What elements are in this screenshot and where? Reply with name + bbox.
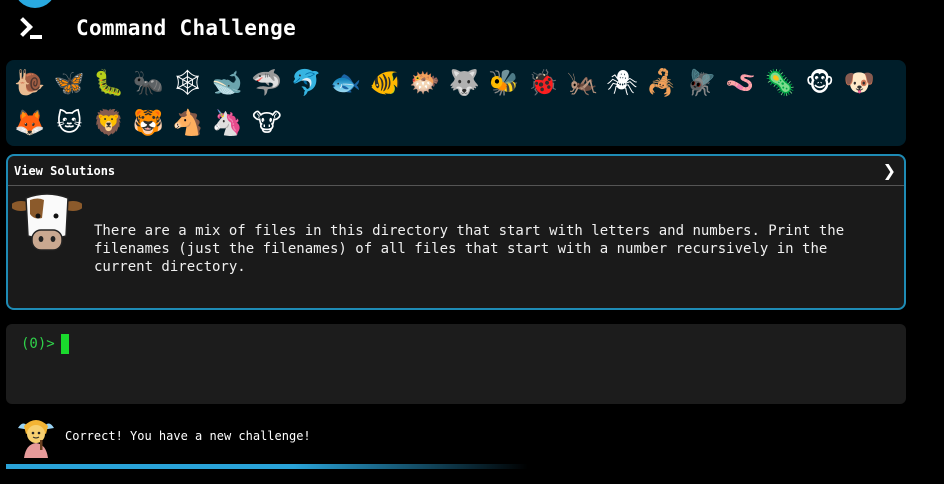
ant-icon: 🐜 — [132, 67, 164, 97]
animal-level-microbe-icon[interactable]: 🦠 — [761, 62, 801, 102]
animal-level-whale-icon[interactable]: 🐋 — [208, 62, 248, 102]
animal-level-bar: 🐌 🦋 🐛 🐜 🕸 🐋 🦈 🐬 🐟 🐠 🐡 🐺 🐝 🐞 🦗 🕷 🦂 🪰 🪱 🦠 🐵 🐶 🦊 🐱 🦁 🐯 🐴 🦄 🐮 — [6, 60, 906, 146]
progress-bar — [6, 464, 906, 469]
dog-icon: 🐶 — [843, 67, 875, 97]
monkey-icon: 🐵 — [805, 67, 835, 97]
animal-level-spiderweb-icon[interactable]: 🕸 — [168, 62, 208, 102]
animal-level-blowfish-icon[interactable]: 🐡 — [405, 62, 445, 102]
ladybug-icon: 🐞 — [527, 67, 559, 97]
animal-level-caterpillar-icon[interactable]: 🐛 — [89, 62, 129, 102]
animal-level-dog-icon[interactable]: 🐶 — [840, 62, 880, 102]
fish-icon: 🐟 — [330, 67, 362, 97]
spiderweb-icon: 🕸 — [171, 67, 204, 97]
cricket-icon: 🦗 — [567, 67, 599, 97]
animal-level-scorpion-icon[interactable]: 🦂 — [642, 62, 682, 102]
blowfish-icon: 🐡 — [409, 67, 441, 97]
tiger-icon: 🐯 — [132, 107, 164, 137]
spider-icon: 🕷 — [606, 67, 639, 97]
app-title: Command Challenge — [76, 16, 297, 40]
view-solutions-toggle[interactable]: View Solutions ❯ — [8, 156, 904, 186]
animal-level-bee-icon[interactable]: 🐝 — [484, 62, 524, 102]
challenge-description: There are a mix of files in this directo… — [94, 223, 845, 275]
bee-icon: 🐝 — [488, 67, 520, 97]
animal-level-butterfly-icon[interactable]: 🦋 — [50, 62, 90, 102]
chevron-right-icon[interactable]: ❯ — [883, 161, 896, 180]
terminal-cursor — [61, 334, 69, 354]
animal-level-spider-icon[interactable]: 🕷 — [603, 62, 643, 102]
animal-level-shark-icon[interactable]: 🦈 — [247, 62, 287, 102]
snail-icon: 🐌 — [14, 67, 46, 97]
whale-icon: 🐋 — [211, 67, 243, 97]
animal-level-dolphin-icon[interactable]: 🐬 — [287, 62, 327, 102]
animal-level-ant-icon[interactable]: 🐜 — [129, 62, 169, 102]
animal-level-fish-icon[interactable]: 🐟 — [326, 62, 366, 102]
app-header: Command Challenge — [13, 14, 297, 42]
shark-icon: 🦈 — [251, 67, 283, 97]
butterfly-icon: 🦋 — [53, 67, 85, 97]
terminal-prompt: (0)> — [21, 336, 55, 352]
animal-level-tropical-fish-icon[interactable]: 🐠 — [366, 62, 406, 102]
scorpion-icon: 🦂 — [646, 67, 678, 97]
animal-level-cat-icon[interactable]: 🐱 — [50, 102, 90, 142]
cat-icon: 🐱 — [56, 107, 83, 137]
animal-level-horse-icon[interactable]: 🐴 — [168, 102, 208, 142]
animal-level-fox-icon[interactable]: 🦊 — [10, 102, 50, 142]
lion-icon: 🦁 — [93, 107, 125, 137]
microbe-icon: 🦠 — [764, 67, 796, 97]
dolphin-icon: 🐬 — [290, 67, 322, 97]
terminal-input-area[interactable]: (0)> — [6, 324, 906, 404]
fairy-icon — [18, 420, 54, 458]
animal-level-worm-icon[interactable]: 🪱 — [721, 62, 761, 102]
challenge-card: View Solutions ❯ There are a mix of file… — [6, 154, 906, 310]
progress-fill — [6, 464, 528, 469]
terminal-icon — [13, 14, 48, 42]
horse-icon: 🐴 — [172, 107, 204, 137]
status-message-row: Correct! You have a new challenge! — [14, 414, 311, 458]
animal-level-tiger-icon[interactable]: 🐯 — [129, 102, 169, 142]
fox-icon: 🦊 — [14, 107, 46, 137]
animal-level-lion-icon[interactable]: 🦁 — [89, 102, 129, 142]
header-accent — [14, 0, 56, 8]
wolf-icon: 🐺 — [448, 67, 480, 97]
status-message: Correct! You have a new challenge! — [65, 429, 311, 443]
cow-icon — [12, 193, 82, 251]
animal-level-snail-icon[interactable]: 🐌 — [10, 62, 50, 102]
animal-level-fly-icon[interactable]: 🪰 — [682, 62, 722, 102]
caterpillar-icon: 🐛 — [93, 67, 125, 97]
worm-icon: 🪱 — [725, 67, 757, 97]
animal-level-unicorn-icon[interactable]: 🦄 — [208, 102, 248, 142]
cow-icon: 🐮 — [251, 107, 282, 137]
animal-level-wolf-icon[interactable]: 🐺 — [445, 62, 485, 102]
tropical-fish-icon: 🐠 — [369, 67, 401, 97]
unicorn-icon: 🦄 — [211, 107, 243, 137]
fly-icon: 🪰 — [685, 67, 717, 97]
animal-level-cricket-icon[interactable]: 🦗 — [563, 62, 603, 102]
animal-level-cow-icon[interactable]: 🐮 — [247, 102, 287, 142]
animal-level-ladybug-icon[interactable]: 🐞 — [524, 62, 564, 102]
view-solutions-label: View Solutions — [14, 163, 116, 178]
animal-level-monkey-icon[interactable]: 🐵 — [800, 62, 840, 102]
